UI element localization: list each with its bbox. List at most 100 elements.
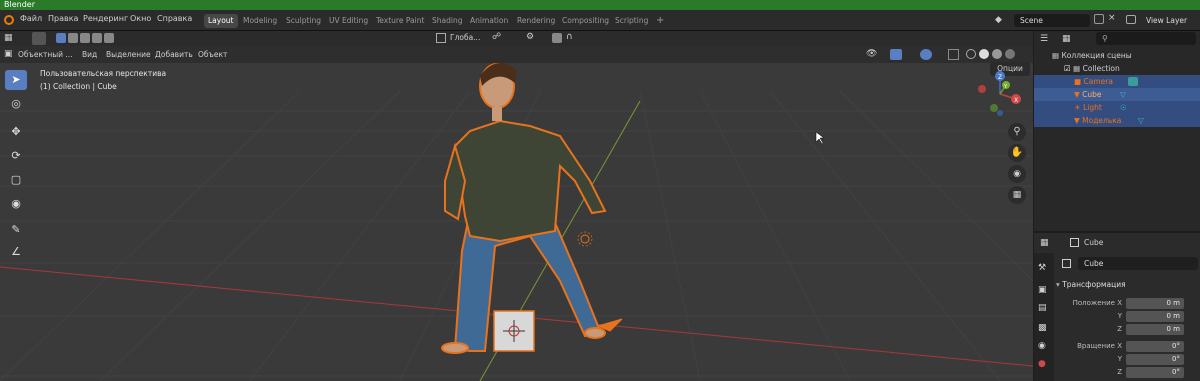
collection-icon: ▦ (1073, 64, 1081, 73)
camera-view-icon[interactable]: ◉ (1008, 165, 1026, 183)
select-subtract-icon[interactable] (80, 33, 90, 43)
new-scene-icon[interactable] (1094, 14, 1104, 24)
orientation-icon[interactable] (436, 33, 446, 43)
location-y-field[interactable]: 0 m (1126, 311, 1184, 322)
outliner-collection[interactable]: ☑ ▦ Collection (1034, 62, 1200, 75)
tab-uv-editing[interactable]: UV Editing (325, 14, 372, 28)
menu-window[interactable]: Окно (130, 14, 151, 23)
light-data-icon[interactable]: ☉ (1120, 101, 1127, 114)
menu-edit[interactable]: Правка (48, 14, 78, 23)
add-workspace-button[interactable]: + (652, 14, 668, 28)
neg-y-axis-dot[interactable] (990, 104, 998, 112)
menu-add[interactable]: Добавить (155, 50, 193, 59)
camera-data-icon[interactable] (1128, 77, 1138, 86)
menu-object[interactable]: Объект (198, 50, 227, 59)
move-tool-icon[interactable]: ✥ (5, 122, 27, 142)
outliner-item-camera[interactable]: ■ Camera (1034, 75, 1200, 88)
light-object[interactable] (577, 231, 593, 247)
window-title: Blender (4, 0, 35, 9)
tab-rendering[interactable]: Rendering (513, 14, 559, 28)
shading-solid-icon[interactable] (979, 49, 989, 59)
neg-z-axis-dot[interactable] (997, 110, 1003, 116)
blender-logo-icon[interactable] (4, 15, 14, 25)
tool-tab-icon[interactable]: ⚒ (1038, 263, 1046, 273)
falloff-icon[interactable]: ∩ (566, 32, 573, 42)
navigation-gizmo[interactable]: X Z Y (972, 69, 1028, 119)
rotation-y-field[interactable]: 0° (1126, 354, 1184, 365)
xray-toggle-icon[interactable] (948, 49, 959, 60)
shading-wireframe-icon[interactable] (966, 49, 976, 59)
scale-tool-icon[interactable]: ▢ (5, 170, 27, 190)
transform-section-header[interactable]: ▾ Трансформация (1056, 277, 1200, 293)
3d-viewport[interactable]: ▦ Глоба... ☍ ⚙ ∩ ▣ Объектный ... Вид Выд… (0, 31, 1033, 381)
scene-field[interactable]: Scene (1014, 14, 1090, 27)
outliner-item-light[interactable]: ☀ Light ☉ (1034, 101, 1200, 114)
select-extend-icon[interactable] (68, 33, 78, 43)
tab-texture-paint[interactable]: Texture Paint (372, 14, 428, 28)
menu-view[interactable]: Вид (82, 50, 97, 59)
outliner-search-input[interactable]: ⚲ (1096, 32, 1196, 45)
tab-animation[interactable]: Animation (466, 14, 512, 28)
snap-icon[interactable]: ⚙ (526, 32, 534, 42)
render-tab-icon[interactable]: ▣ (1038, 285, 1047, 295)
menu-render[interactable]: Рендеринг (83, 14, 128, 23)
object-mode-dropdown[interactable]: Объектный ... (18, 50, 73, 59)
location-x-field[interactable]: 0 m (1126, 298, 1184, 309)
visibility-icon[interactable]: 👁 (866, 49, 877, 59)
transform-tool-icon[interactable]: ◉ (5, 194, 27, 214)
location-y-label: Y (1117, 312, 1122, 320)
object-mode-icon[interactable]: ▣ (4, 49, 13, 59)
object-name-input[interactable]: Cube (1078, 257, 1198, 270)
view-layer-icon[interactable] (1126, 15, 1136, 24)
rotate-tool-icon[interactable]: ⟳ (5, 146, 27, 166)
scene-icon[interactable]: ◆ (995, 15, 1002, 25)
proportional-edit-icon[interactable] (552, 33, 562, 43)
select-new-icon[interactable] (56, 33, 66, 43)
tab-shading[interactable]: Shading (428, 14, 466, 28)
outliner-item-cube[interactable]: ▼ Cube ▽ (1034, 88, 1200, 101)
mesh-data-icon[interactable]: ▽ (1138, 114, 1144, 127)
cursor-tool-icon[interactable]: ◎ (5, 94, 27, 114)
tab-modeling[interactable]: Modeling (239, 14, 281, 28)
editor-type-icon[interactable]: ▦ (4, 33, 13, 43)
tab-compositing[interactable]: Compositing (558, 14, 613, 28)
select-invert-icon[interactable] (92, 33, 102, 43)
zoom-icon[interactable]: ⚲ (1008, 123, 1026, 141)
rotation-x-field[interactable]: 0° (1126, 341, 1184, 352)
shading-rendered-icon[interactable] (1005, 49, 1015, 59)
select-box-tool-icon[interactable]: ➤ (5, 70, 27, 90)
perspective-toggle-icon[interactable]: ▦ (1008, 186, 1026, 204)
menu-file[interactable]: Файл (20, 14, 42, 23)
pan-hand-icon[interactable]: ✋ (1008, 144, 1026, 162)
menu-help[interactable]: Справка (157, 14, 192, 23)
mesh-data-icon[interactable]: ▽ (1120, 88, 1126, 101)
transform-orientation-dropdown[interactable]: Глоба... (450, 33, 480, 42)
cube-object[interactable] (493, 310, 535, 352)
gizmo-toggle-icon[interactable] (890, 49, 902, 60)
tab-layout[interactable]: Layout (204, 14, 238, 28)
outliner-scene-collection[interactable]: ▦ Коллекция сцены (1034, 49, 1200, 62)
annotate-tool-icon[interactable]: ✎ (5, 220, 27, 240)
view-layer-name[interactable]: View Layer (1146, 16, 1187, 25)
overlay-toggle-icon[interactable] (920, 49, 932, 60)
rotation-z-field[interactable]: 0° (1126, 367, 1184, 378)
character-model[interactable] (441, 63, 607, 354)
checkbox-icon[interactable]: ☑ (1064, 64, 1071, 73)
outliner-filter-icon[interactable]: ▦ (1062, 34, 1071, 44)
light-label: Light (1083, 103, 1102, 112)
pivot-icon[interactable]: ☍ (492, 32, 501, 42)
outliner-item-model[interactable]: ▼ Моделька ▽ (1034, 114, 1200, 127)
close-scene-icon[interactable]: × (1108, 13, 1116, 23)
viewport-canvas[interactable] (0, 31, 1033, 381)
select-mode-button[interactable] (32, 32, 46, 45)
select-intersect-icon[interactable] (104, 33, 114, 43)
location-z-field[interactable]: 0 m (1126, 324, 1184, 335)
measure-tool-icon[interactable]: ∠ (5, 242, 27, 262)
outliner-editor-icon[interactable]: ☰ (1040, 34, 1048, 44)
neg-x-axis-dot[interactable] (978, 85, 986, 93)
menu-select[interactable]: Выделение (106, 50, 151, 59)
tab-sculpting[interactable]: Sculpting (282, 14, 325, 28)
tab-scripting[interactable]: Scripting (611, 14, 652, 28)
shading-material-icon[interactable] (992, 49, 1002, 59)
properties-editor-icon[interactable]: ▦ (1040, 238, 1049, 248)
